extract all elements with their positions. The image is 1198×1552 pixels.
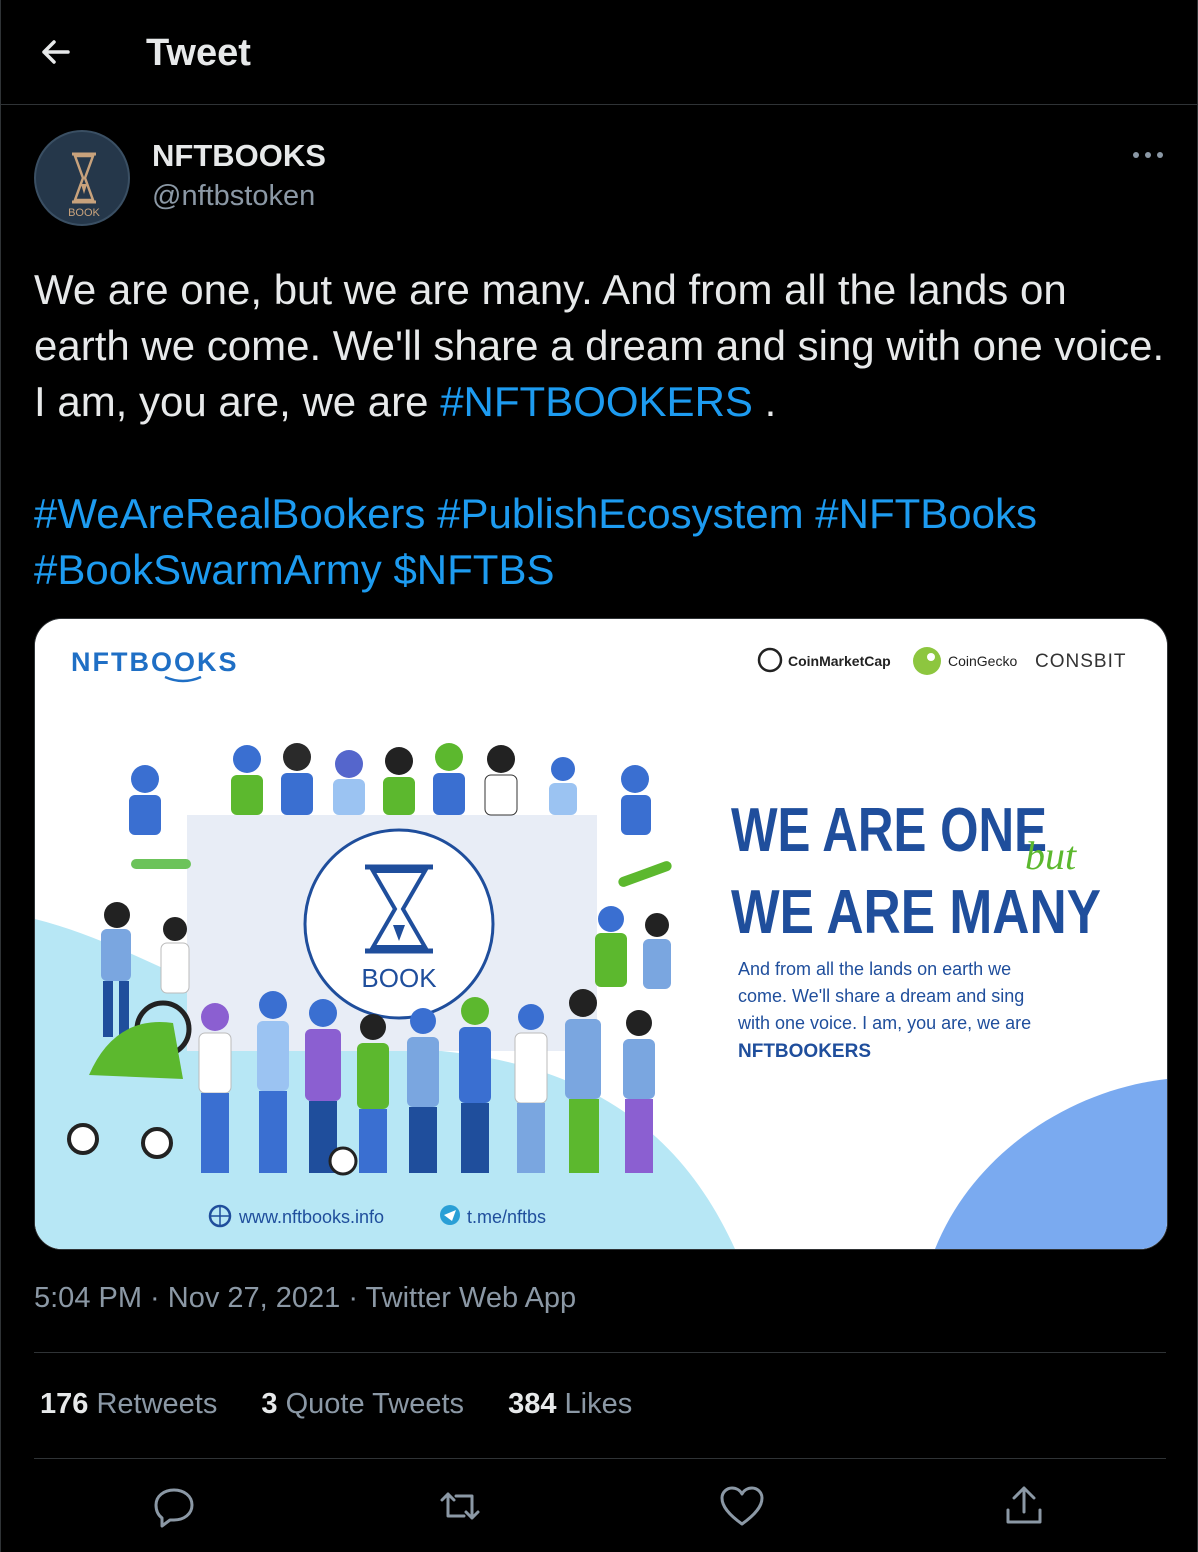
like-button[interactable] [718,1482,766,1530]
hashtag-publishecosystem[interactable]: #PublishEcosystem [437,490,804,537]
meta-separator: · [142,1282,168,1314]
avatar-logo: BOOK [68,152,101,219]
body-line1: And from all the lands on earth we [738,959,1011,979]
media-logo: NFTBOOKS [71,647,239,677]
retweets-stat[interactable]: 176 Retweets [40,1388,217,1420]
partner-coingecko: CoinGecko [948,653,1017,669]
more-icon [1133,152,1163,158]
quote-tweets-stat[interactable]: 3 Quote Tweets [261,1388,464,1420]
likes-stat[interactable]: 384 Likes [508,1388,632,1420]
tweet-stats: 176 Retweets 3 Quote Tweets 384 Likes [40,1388,668,1421]
share-button[interactable] [1000,1482,1048,1530]
tweet-body-end: . [752,378,777,425]
retweets-count: 176 [40,1388,89,1420]
hashtag-wearerealbookers[interactable]: #WeAreRealBookers [34,490,425,537]
divider [34,1458,1166,1459]
retweet-button[interactable] [436,1482,484,1530]
quotes-label: Quote Tweets [285,1388,465,1420]
promo-graphic: NFTBOOKS CoinMarketCap CoinGecko CONSBIT… [35,619,1167,1249]
back-arrow-icon [42,40,70,64]
hashtag-nftbooks[interactable]: #NFTBooks [815,490,1037,537]
headline-line2: WE ARE MANY [731,878,1101,947]
tweet-source[interactable]: Twitter Web App [366,1282,577,1314]
tweet-meta: 5:04 PM · Nov 27, 2021 · Twitter Web App [34,1282,576,1315]
page-title: Tweet [146,32,251,74]
headline-script: but [1025,833,1077,878]
tweet-image[interactable]: NFTBOOKS CoinMarketCap CoinGecko CONSBIT… [34,618,1168,1250]
divider [34,1352,1166,1353]
partner-coinmarketcap: CoinMarketCap [788,653,891,669]
tweet-date[interactable]: Nov 27, 2021 [168,1282,341,1314]
retweets-label: Retweets [96,1388,218,1420]
like-icon [720,1486,764,1526]
partner-consbit: CONSBIT [1035,651,1126,672]
reply-icon [154,1488,194,1528]
media-telegram: t.me/nftbs [467,1207,546,1227]
tweet-text: We are one, but we are many. And from al… [34,262,1174,598]
body-line2: come. We'll share a dream and sing [738,986,1024,1006]
author-handle[interactable]: @nftbstoken [152,180,315,213]
back-button[interactable] [34,30,78,74]
likes-label: Likes [564,1388,633,1420]
reply-button[interactable] [150,1482,198,1530]
header: Tweet [0,0,1198,105]
body-line3: with one voice. I am, you are, we are [737,1013,1031,1033]
cashtag-nftbs[interactable]: $NFTBS [393,546,554,593]
coingecko-icon [913,647,941,675]
meta-separator: · [340,1282,366,1314]
hashtag-bookswarmarmy[interactable]: #BookSwarmArmy [34,546,382,593]
avatar[interactable]: BOOK [34,130,130,226]
emblem-text: BOOK [361,963,437,993]
author-name[interactable]: NFTBOOKS [152,138,326,174]
more-button[interactable] [1126,140,1170,170]
hashtag-nftbookers[interactable]: #NFTBOOKERS [440,378,753,425]
likes-count: 384 [508,1388,557,1420]
quotes-count: 3 [261,1388,278,1420]
headline-line1: WE ARE ONE [731,796,1047,865]
retweet-icon [440,1492,480,1520]
share-icon [1006,1486,1042,1524]
tweet-time[interactable]: 5:04 PM [34,1282,142,1314]
avatar-text: BOOK [68,207,100,219]
body-bold: NFTBOOKERS [738,1041,871,1062]
media-website: www.nftbooks.info [238,1207,384,1227]
